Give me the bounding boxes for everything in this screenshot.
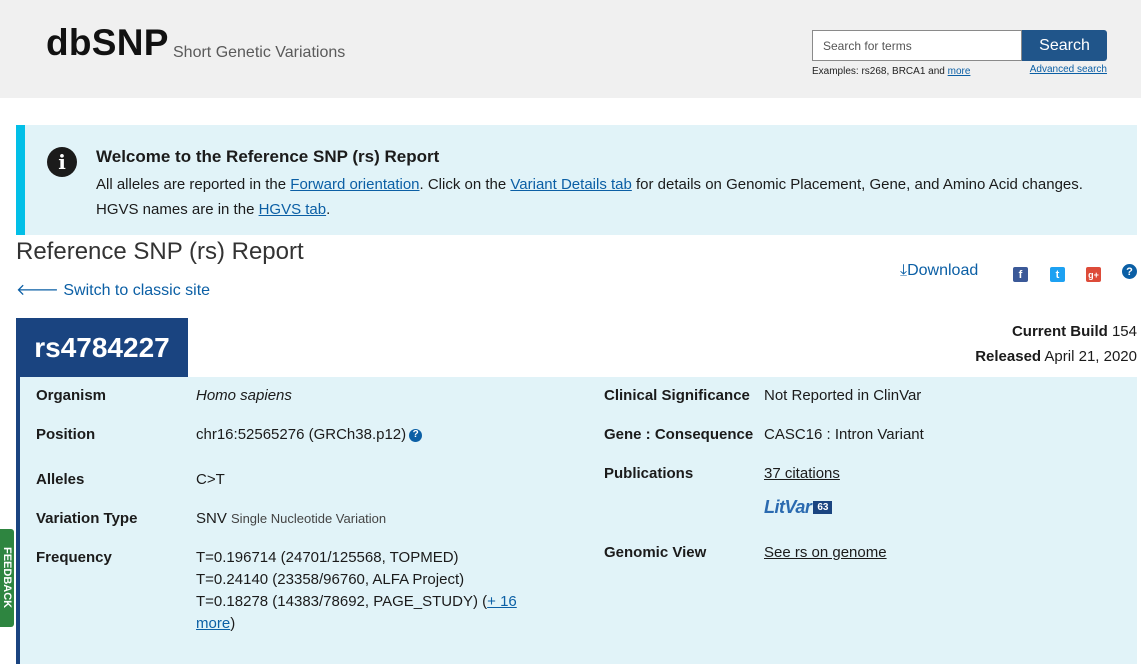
site-tagline: Short Genetic Variations <box>173 44 346 61</box>
alleles-label: Alleles <box>36 471 85 488</box>
clinical-significance-value: Not Reported in ClinVar <box>764 387 922 404</box>
current-build-value: 154 <box>1111 323 1137 340</box>
organism-value: Homo sapiens <box>196 387 292 404</box>
banner-text-part: . Click on the <box>419 176 511 193</box>
variation-type-label: Variation Type <box>36 510 138 527</box>
variation-type-desc: Single Nucleotide Variation <box>231 511 387 526</box>
litvar-count-badge: 63 <box>813 501 833 514</box>
frequency-topmed: T=0.196714 (24701/125568, TOPMED) <box>196 549 459 566</box>
download-button[interactable]: ⤓Download <box>900 262 978 280</box>
released-label: Released <box>975 348 1042 365</box>
help-icon[interactable]: ? <box>1122 264 1137 279</box>
search-input[interactable] <box>812 30 1022 61</box>
dbsnp-logo[interactable]: dbSNP <box>46 22 169 64</box>
build-info: Current Build 154 Released April 21, 202… <box>975 319 1137 369</box>
banner-text-part: . <box>326 201 331 218</box>
google-plus-icon[interactable]: g+ <box>1086 267 1101 282</box>
current-build-label: Current Build <box>1011 323 1108 340</box>
frequency-page-study-text: T=0.18278 (14383/78692, PAGE_STUDY) ( <box>196 593 488 610</box>
advanced-search-link[interactable]: Advanced search <box>1030 64 1107 75</box>
forward-orientation-link[interactable]: Forward orientation <box>290 176 419 193</box>
publications-label: Publications <box>604 465 694 482</box>
search-examples-text: Examples: rs268, BRCA1 and <box>812 66 948 77</box>
clinical-significance-label: Clinical Significance <box>604 387 750 404</box>
frequency-values: T=0.196714 (24701/125568, TOPMED) T=0.24… <box>196 547 526 635</box>
position-value: chr16:52565276 (GRCh38.p12)? <box>196 424 423 446</box>
gene-consequence-label: Gene : Consequence <box>604 426 754 443</box>
arrow-left-icon: 🡐 <box>16 282 59 299</box>
more-examples-link[interactable]: more <box>948 66 971 77</box>
rs-id-badge: rs4784227 <box>16 318 188 378</box>
position-text: chr16:52565276 (GRCh38.p12) <box>196 426 407 443</box>
welcome-banner: i Welcome to the Reference SNP (rs) Repo… <box>16 125 1137 235</box>
alleles-value: C>T <box>196 471 225 488</box>
page-title: Reference SNP (rs) Report <box>16 238 304 265</box>
genomic-view-label: Genomic View <box>604 544 707 561</box>
banner-text-part: All alleles are reported in the <box>96 176 291 193</box>
summary-panel <box>16 377 1137 664</box>
banner-title: Welcome to the Reference SNP (rs) Report <box>96 147 440 166</box>
frequency-page-study: T=0.18278 (14383/78692, PAGE_STUDY) (+ 1… <box>196 591 526 635</box>
help-icon[interactable]: ? <box>409 428 423 442</box>
released-value: April 21, 2020 <box>1044 348 1137 365</box>
site-header: dbSNP Short Genetic Variations Search Ex… <box>0 0 1141 98</box>
variant-details-tab-link[interactable]: Variant Details tab <box>510 176 631 193</box>
variation-type-code: SNV <box>196 510 227 527</box>
gene-consequence-value: CASC16 : Intron Variant <box>764 426 924 443</box>
facebook-icon[interactable]: f <box>1013 267 1028 282</box>
see-rs-on-genome-link[interactable]: See rs on genome <box>764 542 887 564</box>
position-label: Position <box>36 426 96 443</box>
litvar-link[interactable]: LitVar 63 <box>764 497 833 518</box>
hgvs-tab-link[interactable]: HGVS tab <box>259 201 327 218</box>
switch-classic-label: Switch to classic site <box>63 282 211 299</box>
organism-label: Organism <box>36 387 107 404</box>
search-examples: Examples: rs268, BRCA1 and more <box>812 66 970 77</box>
frequency-alfa: T=0.24140 (23358/96760, ALFA Project) <box>196 571 465 588</box>
current-build: Current Build 154 <box>975 319 1137 344</box>
litvar-logo: LitVar <box>764 497 812 517</box>
released-date: Released April 21, 2020 <box>975 344 1137 369</box>
download-label: Download <box>907 262 979 279</box>
banner-text: All alleles are reported in the Forward … <box>96 172 1096 222</box>
twitter-icon[interactable]: t <box>1050 267 1065 282</box>
frequency-close-paren: ) <box>230 615 236 632</box>
frequency-label: Frequency <box>36 549 112 566</box>
switch-classic-link[interactable]: 🡐 Switch to classic site <box>16 279 210 300</box>
citations-link[interactable]: 37 citations <box>764 463 840 485</box>
variation-type-value: SNV Single Nucleotide Variation <box>196 508 386 530</box>
info-icon: i <box>47 147 77 177</box>
feedback-tab[interactable]: FEEDBACK <box>0 529 14 627</box>
search-button[interactable]: Search <box>1022 30 1107 61</box>
